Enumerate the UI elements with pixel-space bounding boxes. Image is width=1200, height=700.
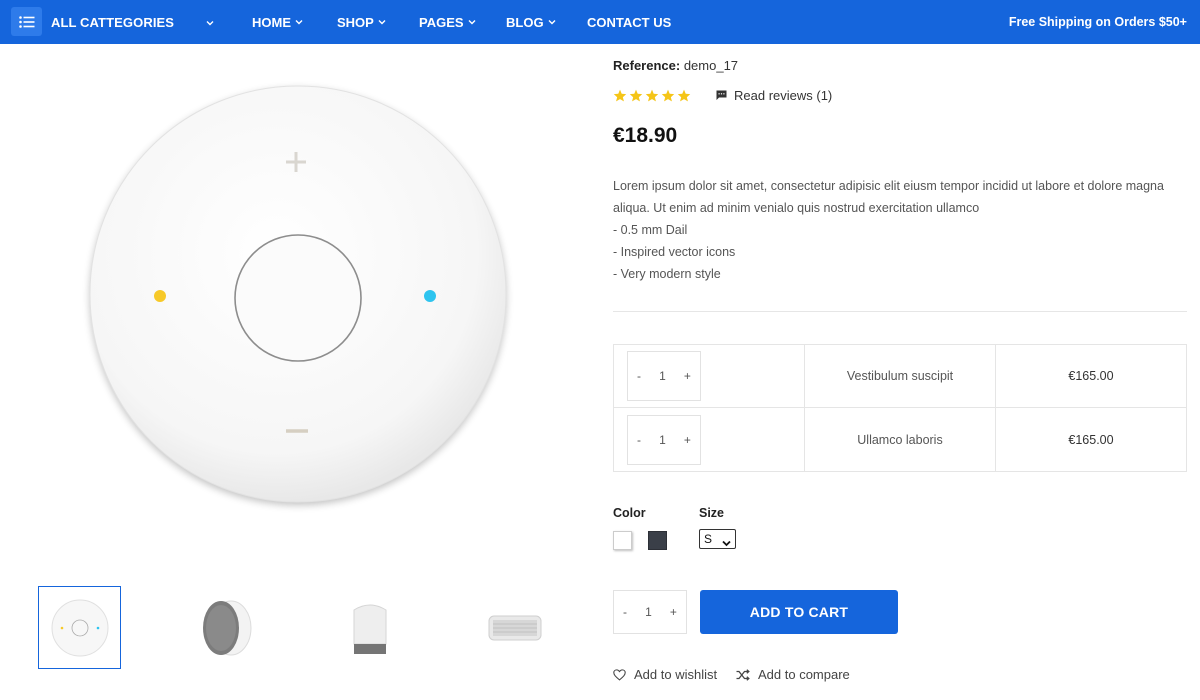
description-line: - 0.5 mm Dail: [613, 223, 688, 237]
size-select[interactable]: S: [699, 529, 736, 549]
color-label: Color: [613, 506, 646, 520]
nav-item-label: HOME: [252, 14, 291, 30]
star-icon: [677, 89, 691, 102]
quantity-stepper[interactable]: - 1 +: [627, 414, 701, 465]
quantity-stepper[interactable]: - 1 +: [613, 590, 687, 634]
chevron-down-icon: [467, 17, 477, 27]
all-categories-menu[interactable]: ALL CATTEGORIES: [51, 0, 174, 44]
description-line: - Inspired vector icons: [613, 245, 736, 259]
qty-decrease-button[interactable]: -: [623, 605, 627, 619]
compare-label: Add to compare: [758, 667, 850, 682]
nav-item-blog[interactable]: BLOG: [506, 0, 557, 44]
chevron-down-icon[interactable]: [205, 15, 215, 33]
qty-decrease-button[interactable]: -: [637, 433, 641, 447]
reviews-label: Read reviews (1): [734, 88, 833, 103]
pack-item-price: €165.00: [1068, 369, 1114, 383]
table-row: - 1 + Ullamco laboris €165.00: [614, 408, 1186, 471]
chevron-down-icon: [722, 536, 731, 550]
qty-value[interactable]: 1: [645, 605, 652, 619]
chevron-down-icon: [294, 17, 304, 27]
description-line: - Very modern style: [613, 267, 721, 281]
thumbnail-1[interactable]: [38, 586, 121, 669]
top-nav-bar: ALL CATTEGORIES HOME SHOP PAGES BLOG CON…: [0, 0, 1200, 44]
add-to-compare-link[interactable]: Add to compare: [736, 667, 850, 682]
nav-item-label: PAGES: [419, 14, 464, 30]
nav-item-label: SHOP: [337, 14, 374, 30]
free-shipping-promo: Free Shipping on Orders $50+: [1008, 15, 1187, 29]
pack-item-name: Ullamco laboris: [805, 408, 996, 471]
description-line: Lorem ipsum dolor sit amet, consectetur …: [613, 179, 1164, 215]
rating-stars: [613, 89, 691, 102]
qty-increase-button[interactable]: +: [684, 369, 691, 383]
qty-increase-button[interactable]: +: [684, 433, 691, 447]
add-to-wishlist-link[interactable]: Add to wishlist: [613, 667, 717, 682]
color-swatch-white[interactable]: [613, 531, 632, 550]
heart-icon: [613, 668, 626, 681]
star-icon: [645, 89, 659, 102]
add-to-cart-button[interactable]: ADD TO CART: [700, 590, 898, 634]
read-reviews-link[interactable]: Read reviews (1): [716, 88, 832, 103]
nav-item-label: CONTACT US: [587, 14, 672, 30]
product-main-image[interactable]: [10, 48, 580, 578]
reference-label: Reference:: [613, 58, 681, 73]
size-label: Size: [699, 506, 725, 520]
nav-item-contact-us[interactable]: CONTACT US: [587, 0, 671, 44]
pack-items-table: - 1 + Vestibulum suscipit €165.00 - 1 + …: [613, 344, 1187, 472]
nav-item-home[interactable]: HOME: [252, 0, 304, 44]
nav-item-pages[interactable]: PAGES: [419, 0, 477, 44]
reference-value: demo_17: [683, 58, 739, 73]
thumbnail-3[interactable]: [328, 586, 411, 669]
star-icon: [613, 89, 627, 102]
shuffle-icon: [736, 668, 750, 681]
chevron-down-icon: [547, 17, 557, 27]
qty-value[interactable]: 1: [659, 369, 666, 383]
pack-item-name: Vestibulum suscipit: [805, 345, 996, 407]
star-icon: [629, 89, 643, 102]
quantity-stepper[interactable]: - 1 +: [627, 351, 701, 401]
table-row: - 1 + Vestibulum suscipit €165.00: [614, 345, 1186, 408]
thumbnail-2[interactable]: [183, 586, 266, 669]
product-description: Lorem ipsum dolor sit amet, consectetur …: [613, 175, 1188, 285]
menu-icon[interactable]: [11, 7, 42, 36]
comment-icon: [716, 90, 727, 100]
qty-cell: - 1 +: [614, 408, 805, 471]
qty-decrease-button[interactable]: -: [637, 369, 641, 383]
nav-item-shop[interactable]: SHOP: [337, 0, 387, 44]
chevron-down-icon: [377, 17, 387, 27]
nav-item-label: BLOG: [506, 14, 544, 30]
qty-value[interactable]: 1: [659, 433, 666, 447]
product-reference: Reference: demo_17: [613, 58, 738, 73]
wishlist-label: Add to wishlist: [634, 667, 718, 682]
pack-item-price: €165.00: [1068, 432, 1114, 447]
thumbnail-4[interactable]: [473, 586, 556, 669]
product-price: €18.90: [613, 124, 678, 147]
color-swatch-dark[interactable]: [648, 531, 667, 550]
size-selected-value: S: [704, 532, 713, 546]
qty-increase-button[interactable]: +: [670, 605, 677, 619]
divider: [613, 311, 1187, 312]
qty-cell: - 1 +: [614, 345, 805, 407]
star-icon: [661, 89, 675, 102]
